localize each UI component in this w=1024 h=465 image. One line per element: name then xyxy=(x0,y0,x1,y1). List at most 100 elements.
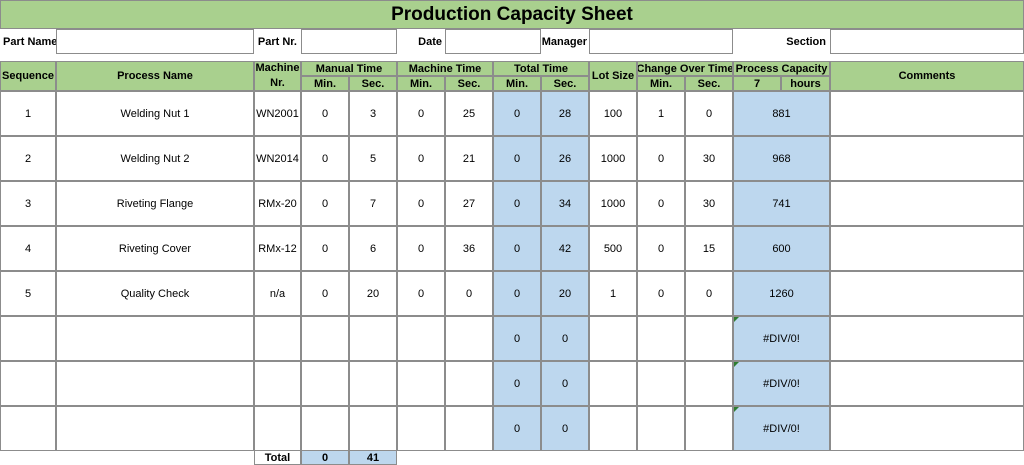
machine-nr-cell[interactable]: WN2001 xyxy=(254,91,301,136)
part-name-field[interactable] xyxy=(56,29,254,54)
total-sec-cell[interactable]: 26 xyxy=(541,136,589,181)
process-capacity-cell[interactable]: 600 xyxy=(733,226,830,271)
total-min-cell[interactable]: 0 xyxy=(493,181,541,226)
comments-cell[interactable] xyxy=(830,316,1024,361)
process-capacity-cell[interactable]: 881 xyxy=(733,91,830,136)
lot-size-cell[interactable] xyxy=(589,361,637,406)
change-over-sec-cell[interactable] xyxy=(685,406,733,451)
change-over-sec-cell[interactable]: 0 xyxy=(685,271,733,316)
sequence-cell[interactable] xyxy=(0,316,56,361)
manual-sec-cell[interactable]: 5 xyxy=(349,136,397,181)
manual-min-cell[interactable]: 0 xyxy=(301,136,349,181)
machine-sec-cell[interactable]: 25 xyxy=(445,91,493,136)
manual-min-cell[interactable]: 0 xyxy=(301,226,349,271)
manager-field[interactable] xyxy=(589,29,733,54)
machine-nr-cell[interactable]: WN2014 xyxy=(254,136,301,181)
process-capacity-cell[interactable]: 968 xyxy=(733,136,830,181)
process-capacity-cell[interactable]: #DIV/0! xyxy=(733,316,830,361)
manual-min-cell[interactable]: 0 xyxy=(301,271,349,316)
total-min-cell[interactable]: 0 xyxy=(493,136,541,181)
total-sec-cell[interactable]: 28 xyxy=(541,91,589,136)
sequence-cell[interactable]: 2 xyxy=(0,136,56,181)
total-min-cell[interactable]: 0 xyxy=(493,271,541,316)
comments-cell[interactable] xyxy=(830,91,1024,136)
sequence-cell[interactable]: 4 xyxy=(0,226,56,271)
change-over-min-cell[interactable]: 0 xyxy=(637,271,685,316)
lot-size-cell[interactable] xyxy=(589,406,637,451)
process-name-cell[interactable]: Quality Check xyxy=(56,271,254,316)
comments-cell[interactable] xyxy=(830,361,1024,406)
change-over-min-cell[interactable] xyxy=(637,406,685,451)
machine-min-cell[interactable] xyxy=(397,316,445,361)
machine-nr-cell[interactable]: n/a xyxy=(254,271,301,316)
machine-nr-cell[interactable] xyxy=(254,316,301,361)
change-over-min-cell[interactable]: 0 xyxy=(637,226,685,271)
change-over-min-cell[interactable] xyxy=(637,316,685,361)
manual-min-cell[interactable]: 0 xyxy=(301,181,349,226)
manual-sec-cell[interactable]: 7 xyxy=(349,181,397,226)
lot-size-cell[interactable]: 1000 xyxy=(589,136,637,181)
machine-min-cell[interactable]: 0 xyxy=(397,91,445,136)
part-nr-field[interactable] xyxy=(301,29,397,54)
lot-size-cell[interactable]: 500 xyxy=(589,226,637,271)
process-name-cell[interactable] xyxy=(56,361,254,406)
lot-size-cell[interactable] xyxy=(589,316,637,361)
machine-nr-cell[interactable]: RMx-20 xyxy=(254,181,301,226)
comments-cell[interactable] xyxy=(830,181,1024,226)
sequence-cell[interactable]: 3 xyxy=(0,181,56,226)
process-name-cell[interactable] xyxy=(56,406,254,451)
total-min-cell[interactable]: 0 xyxy=(493,406,541,451)
comments-cell[interactable] xyxy=(830,226,1024,271)
machine-min-cell[interactable] xyxy=(397,361,445,406)
machine-sec-cell[interactable] xyxy=(445,406,493,451)
manual-sec-cell[interactable] xyxy=(349,316,397,361)
date-field[interactable] xyxy=(445,29,541,54)
total-sec-cell[interactable]: 20 xyxy=(541,271,589,316)
change-over-min-cell[interactable]: 0 xyxy=(637,136,685,181)
process-capacity-cell[interactable]: 741 xyxy=(733,181,830,226)
machine-min-cell[interactable]: 0 xyxy=(397,271,445,316)
total-sec-cell[interactable]: 42 xyxy=(541,226,589,271)
process-capacity-cell[interactable]: 1260 xyxy=(733,271,830,316)
change-over-sec-cell[interactable]: 15 xyxy=(685,226,733,271)
lot-size-cell[interactable]: 1 xyxy=(589,271,637,316)
machine-min-cell[interactable]: 0 xyxy=(397,181,445,226)
process-name-cell[interactable]: Welding Nut 2 xyxy=(56,136,254,181)
machine-nr-cell[interactable]: RMx-12 xyxy=(254,226,301,271)
sequence-cell[interactable] xyxy=(0,361,56,406)
total-min-cell[interactable]: 0 xyxy=(493,316,541,361)
manual-sec-cell[interactable]: 3 xyxy=(349,91,397,136)
manual-sec-cell[interactable]: 20 xyxy=(349,271,397,316)
machine-sec-cell[interactable]: 27 xyxy=(445,181,493,226)
section-field[interactable] xyxy=(830,29,1024,54)
machine-sec-cell[interactable]: 36 xyxy=(445,226,493,271)
total-min-cell[interactable]: 0 xyxy=(493,361,541,406)
change-over-sec-cell[interactable] xyxy=(685,361,733,406)
header-capacity-hours-value[interactable]: 7 xyxy=(733,76,781,91)
change-over-sec-cell[interactable] xyxy=(685,316,733,361)
process-name-cell[interactable] xyxy=(56,316,254,361)
manual-min-cell[interactable] xyxy=(301,406,349,451)
machine-nr-cell[interactable] xyxy=(254,406,301,451)
manual-min-cell[interactable] xyxy=(301,316,349,361)
manual-min-cell[interactable]: 0 xyxy=(301,91,349,136)
manual-sec-cell[interactable]: 6 xyxy=(349,226,397,271)
process-name-cell[interactable]: Welding Nut 1 xyxy=(56,91,254,136)
comments-cell[interactable] xyxy=(830,136,1024,181)
process-capacity-cell[interactable]: #DIV/0! xyxy=(733,361,830,406)
total-sec-cell[interactable]: 0 xyxy=(541,361,589,406)
change-over-sec-cell[interactable]: 30 xyxy=(685,181,733,226)
total-min-cell[interactable]: 0 xyxy=(493,226,541,271)
total-sec-cell[interactable]: 0 xyxy=(541,316,589,361)
machine-sec-cell[interactable] xyxy=(445,316,493,361)
change-over-min-cell[interactable] xyxy=(637,361,685,406)
machine-min-cell[interactable]: 0 xyxy=(397,226,445,271)
machine-sec-cell[interactable]: 21 xyxy=(445,136,493,181)
lot-size-cell[interactable]: 100 xyxy=(589,91,637,136)
machine-sec-cell[interactable] xyxy=(445,361,493,406)
sequence-cell[interactable] xyxy=(0,406,56,451)
manual-sec-cell[interactable] xyxy=(349,361,397,406)
process-name-cell[interactable]: Riveting Cover xyxy=(56,226,254,271)
machine-min-cell[interactable] xyxy=(397,406,445,451)
process-capacity-cell[interactable]: #DIV/0! xyxy=(733,406,830,451)
